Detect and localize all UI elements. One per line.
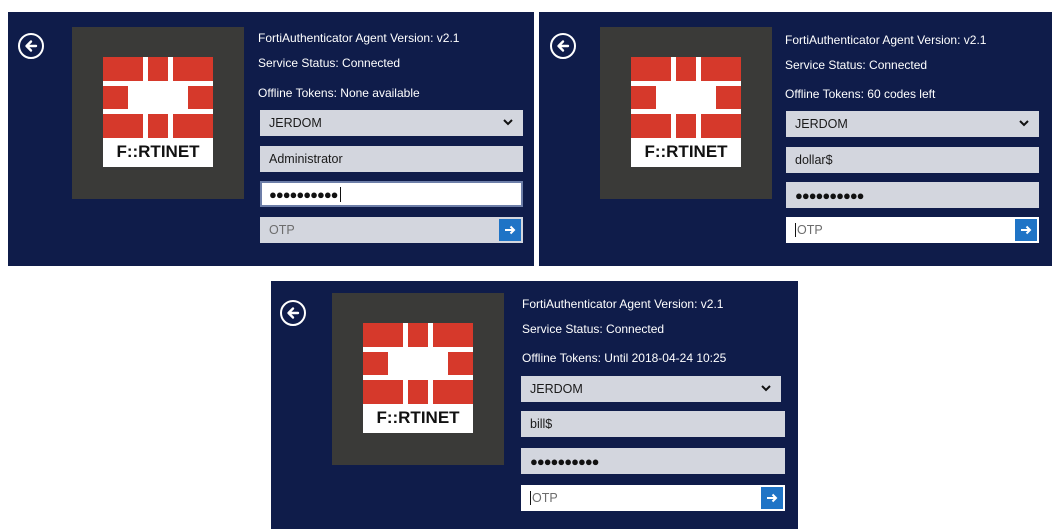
arrow-right-icon [505, 225, 516, 235]
back-arrow-icon[interactable] [18, 33, 44, 59]
domain-select[interactable]: JERDOM [521, 376, 781, 402]
offline-tokens: Offline Tokens: 60 codes left [785, 87, 936, 101]
chevron-down-icon [503, 119, 513, 126]
username-field[interactable]: Administrator [260, 146, 523, 172]
fortinet-wordmark: F::RTINET [644, 142, 728, 161]
arrow-right-icon [1021, 225, 1032, 235]
fortinet-logo-icon: F::RTINET [103, 57, 213, 167]
offline-tokens: Offline Tokens: None available [258, 86, 420, 100]
username-value: bill$ [530, 417, 553, 431]
fortinet-logo-tile: F::RTINET [600, 27, 772, 199]
submit-arrow-button[interactable] [1015, 219, 1037, 241]
back-arrow-icon[interactable] [280, 300, 306, 326]
otp-field[interactable]: OTP [260, 217, 523, 243]
login-panel-1: F::RTINET FortiAuthenticator Agent Versi… [8, 12, 534, 266]
fortinet-logo-tile: F::RTINET [332, 293, 504, 465]
domain-select[interactable]: JERDOM [260, 110, 523, 136]
domain-value: JERDOM [269, 116, 322, 130]
otp-field[interactable]: OTP [521, 485, 785, 511]
username-field[interactable]: bill$ [521, 411, 785, 437]
password-mask: ●●●●●●●●●● [795, 187, 865, 203]
domain-value: JERDOM [795, 117, 848, 131]
agent-version: FortiAuthenticator Agent Version: v2.1 [785, 33, 987, 47]
password-field[interactable]: ●●●●●●●●●● [786, 182, 1039, 208]
service-status: Service Status: Connected [785, 58, 928, 72]
agent-version: FortiAuthenticator Agent Version: v2.1 [522, 297, 724, 311]
otp-placeholder: OTP [269, 223, 295, 237]
fortinet-wordmark: F::RTINET [376, 408, 460, 427]
fortinet-wordmark: F::RTINET [116, 142, 200, 161]
username-field[interactable]: dollar$ [786, 147, 1039, 173]
fortinet-logo-tile: F::RTINET [72, 27, 244, 199]
password-mask: ●●●●●●●●●● [530, 453, 600, 469]
password-mask: ●●●●●●●●●● [269, 186, 339, 202]
login-panel-2: F::RTINET FortiAuthenticator Agent Versi… [539, 12, 1052, 266]
submit-arrow-button[interactable] [499, 219, 521, 241]
otp-placeholder: OTP [532, 491, 558, 505]
offline-tokens: Offline Tokens: Until 2018-04-24 10:25 [522, 351, 727, 365]
username-value: dollar$ [795, 153, 833, 167]
service-status: Service Status: Connected [522, 322, 665, 336]
password-field[interactable]: ●●●●●●●●●● [521, 448, 785, 474]
arrow-right-icon [767, 493, 778, 503]
agent-version: FortiAuthenticator Agent Version: v2.1 [258, 31, 460, 45]
chevron-down-icon [761, 385, 771, 392]
back-arrow-icon[interactable] [550, 33, 576, 59]
password-field[interactable]: ●●●●●●●●●● [260, 181, 523, 207]
text-caret [795, 223, 796, 237]
username-value: Administrator [269, 152, 343, 166]
otp-field[interactable]: OTP [786, 217, 1039, 243]
chevron-down-icon [1019, 120, 1029, 127]
service-status: Service Status: Connected [258, 56, 401, 70]
fortinet-logo-icon: F::RTINET [363, 323, 473, 433]
login-panel-3: F::RTINET FortiAuthenticator Agent Versi… [271, 281, 798, 529]
fortinet-logo-icon: F::RTINET [631, 57, 741, 167]
text-caret [530, 491, 531, 505]
domain-value: JERDOM [530, 382, 583, 396]
submit-arrow-button[interactable] [761, 487, 783, 509]
text-caret [339, 186, 341, 202]
domain-select[interactable]: JERDOM [786, 111, 1039, 137]
otp-placeholder: OTP [797, 223, 823, 237]
